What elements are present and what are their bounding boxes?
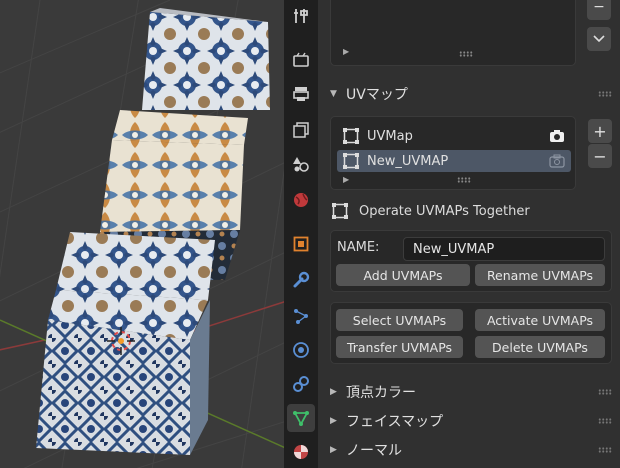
- camera-icon[interactable]: [549, 129, 565, 143]
- uv-group-icon: [343, 128, 359, 144]
- object-tab-icon: [293, 236, 309, 252]
- name-field[interactable]: New_UVMAP: [403, 237, 605, 261]
- plus-icon: +: [593, 121, 607, 141]
- drag-handle-icon[interactable]: [598, 418, 612, 424]
- activate-uvmaps-button[interactable]: Activate UVMAPs: [475, 309, 605, 331]
- camera-icon[interactable]: [549, 154, 565, 168]
- vertex-colors-section-header[interactable]: ▶ 頂点カラー: [318, 378, 620, 406]
- collapse-triangle-icon: ▼: [330, 89, 337, 99]
- previous-remove-button[interactable]: −: [587, 0, 611, 20]
- delete-uvmaps-button[interactable]: Delete UVMAPs: [475, 336, 605, 358]
- physics-tab[interactable]: [287, 336, 315, 364]
- viewport-scene: [0, 0, 284, 468]
- select-uvmaps-button[interactable]: Select UVMAPs: [336, 309, 463, 331]
- drag-handle-icon[interactable]: [598, 91, 612, 97]
- rename-uvmaps-button[interactable]: Rename UVMAPs: [475, 264, 605, 286]
- resize-grip-icon[interactable]: [457, 177, 471, 183]
- world-tab[interactable]: [287, 186, 315, 214]
- name-label: NAME:: [337, 240, 380, 255]
- properties-tab-strip: [284, 0, 318, 468]
- properties-panel: ▶ − ▼ UVマップ UVMap New_UVMAP ▶ + − Operat…: [318, 0, 620, 468]
- constraints-tab[interactable]: [287, 370, 315, 398]
- constraints-tab-icon: [293, 376, 309, 392]
- data-tab[interactable]: [287, 404, 315, 432]
- world-tab-icon: [294, 193, 308, 207]
- normals-section-header[interactable]: ▶ ノーマル: [318, 436, 620, 464]
- 3d-viewport[interactable]: [0, 0, 284, 468]
- material-tab[interactable]: [287, 438, 315, 466]
- particles-tab[interactable]: [287, 302, 315, 330]
- view-layer-tab-icon: [293, 122, 309, 138]
- resize-grip-icon[interactable]: [459, 51, 473, 57]
- expand-triangle-icon: ▶: [330, 387, 337, 397]
- render-tab-icon: [293, 52, 309, 67]
- tool-tab-icon: [294, 9, 308, 23]
- tool-tab[interactable]: [287, 2, 315, 30]
- add-uvmap-button[interactable]: +: [588, 119, 612, 143]
- section-title: フェイスマップ: [346, 414, 444, 430]
- drag-handle-icon[interactable]: [598, 447, 612, 453]
- uvmap-item-label: New_UVMAP: [367, 153, 449, 169]
- previous-list-box[interactable]: ▶: [330, 0, 576, 66]
- data-tab-icon: [293, 411, 309, 426]
- material-tab-icon: [294, 445, 308, 459]
- name-field-value: New_UVMAP: [413, 241, 495, 257]
- uvmaps-section-header[interactable]: ▼ UVマップ: [318, 80, 620, 108]
- particles-tab-icon: [294, 309, 308, 324]
- uvmap-list[interactable]: UVMap New_UVMAP ▶: [330, 116, 576, 190]
- uvmap-item-uvmap[interactable]: UVMap: [337, 125, 571, 147]
- object-tab[interactable]: [287, 230, 315, 258]
- output-tab[interactable]: [287, 80, 315, 108]
- face-maps-section-header[interactable]: ▶ フェイスマップ: [318, 407, 620, 435]
- uvmap-item-label: UVMap: [367, 128, 413, 144]
- list-menu-button[interactable]: [587, 27, 611, 51]
- modifier-tab[interactable]: [287, 266, 315, 294]
- minus-icon: −: [593, 146, 607, 166]
- drag-handle-icon[interactable]: [598, 389, 612, 395]
- expand-triangle-icon[interactable]: ▶: [343, 175, 349, 184]
- modifier-tab-icon: [293, 271, 310, 288]
- view-layer-tab[interactable]: [287, 116, 315, 144]
- render-tab[interactable]: [287, 46, 315, 74]
- uvmaps-section-title: UVマップ: [346, 87, 408, 103]
- expand-triangle-icon: ▶: [330, 416, 337, 426]
- output-tab-icon: [293, 87, 309, 101]
- scene-tab[interactable]: [287, 150, 315, 178]
- expand-triangle-icon: ▶: [330, 445, 337, 455]
- chevron-down-icon: [593, 35, 605, 43]
- uvmap-item-new-uvmap[interactable]: New_UVMAP: [337, 150, 571, 172]
- cube-bottom: [36, 232, 215, 455]
- cube-top: [142, 8, 270, 110]
- remove-uvmap-button[interactable]: −: [588, 144, 612, 168]
- physics-tab-icon: [293, 342, 309, 358]
- section-title: ノーマル: [346, 443, 402, 459]
- scene-tab-icon: [293, 157, 309, 172]
- uv-group-icon: [332, 203, 348, 219]
- x-axis-line: [0, 339, 46, 351]
- uv-group-icon: [343, 153, 359, 169]
- section-title: 頂点カラー: [346, 385, 416, 401]
- transfer-uvmaps-button[interactable]: Transfer UVMAPs: [336, 336, 463, 358]
- operate-together-label: Operate UVMAPs Together: [359, 204, 530, 219]
- add-uvmaps-button[interactable]: Add UVMAPs: [336, 264, 470, 286]
- expand-triangle-icon[interactable]: ▶: [343, 47, 349, 56]
